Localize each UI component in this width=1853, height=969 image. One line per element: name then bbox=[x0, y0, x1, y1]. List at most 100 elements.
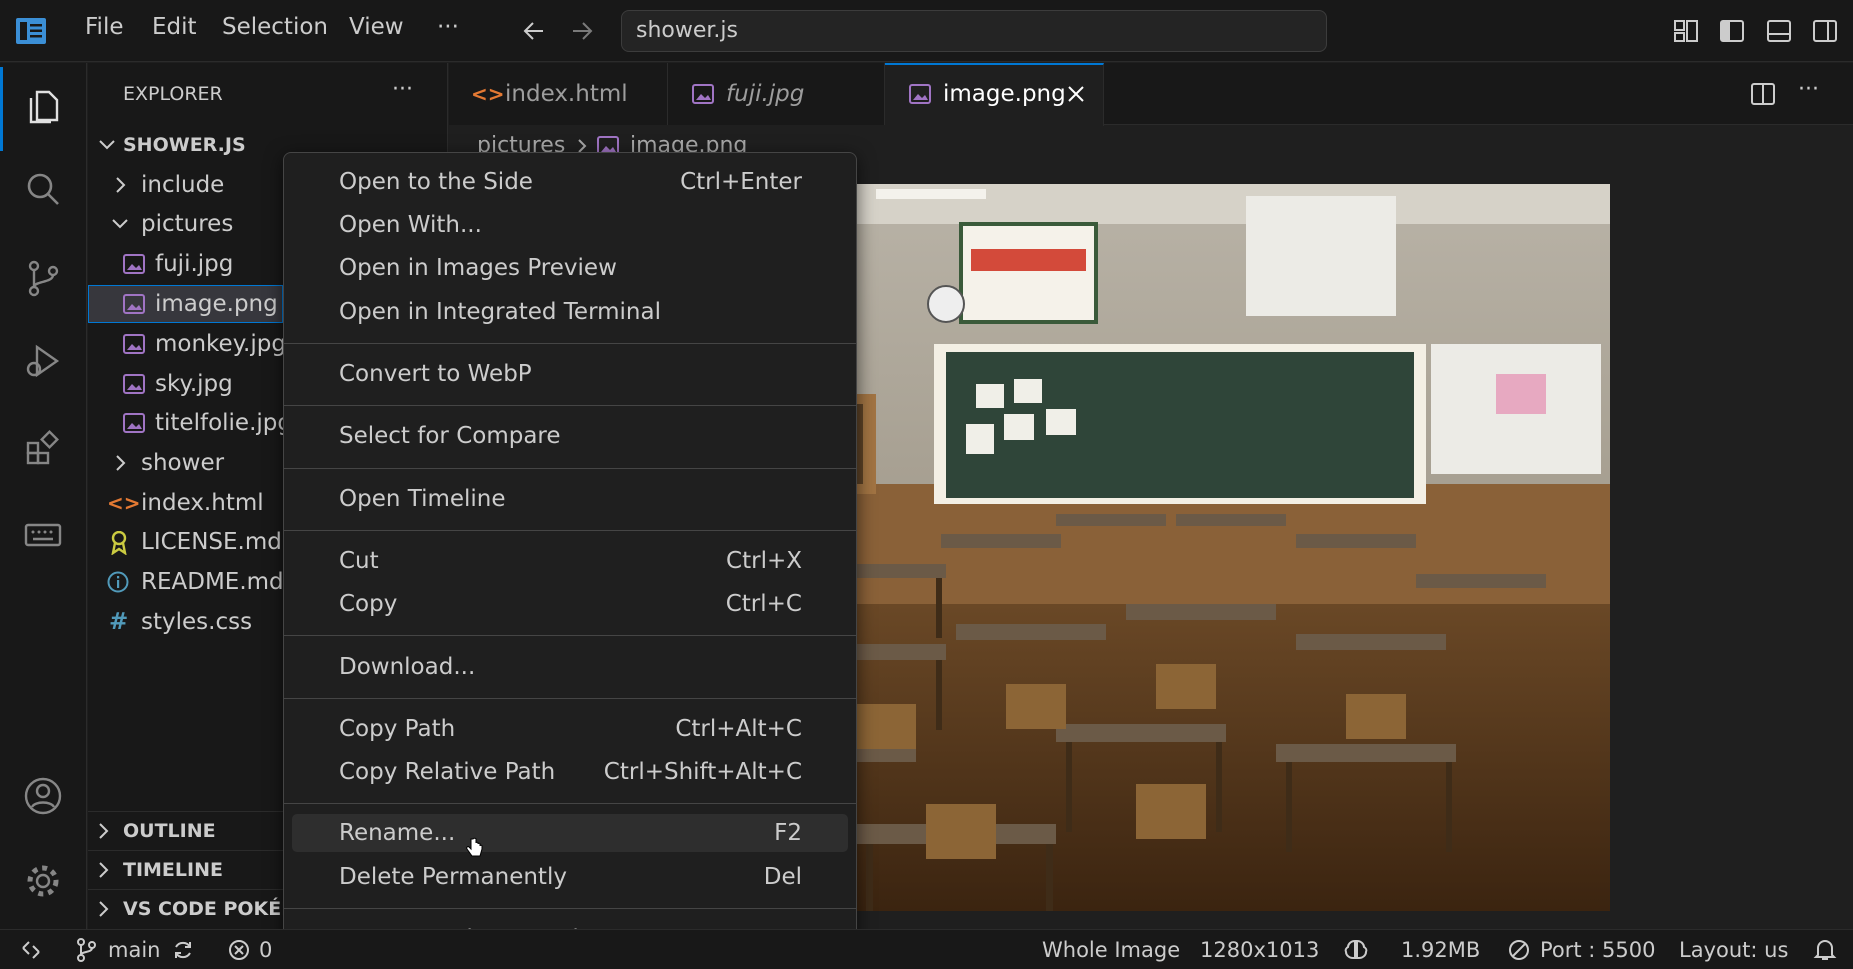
run-debug-icon[interactable] bbox=[20, 338, 66, 384]
error-icon[interactable] bbox=[228, 939, 250, 961]
menu-edit[interactable]: Edit bbox=[152, 14, 197, 40]
extensions-icon[interactable] bbox=[20, 425, 66, 471]
hand-cursor-icon bbox=[465, 837, 483, 859]
tree-item-image-selected[interactable]: image.png bbox=[88, 285, 283, 323]
brain-icon[interactable] bbox=[1343, 938, 1369, 962]
menu-separator bbox=[284, 908, 856, 909]
menu-item-label: Download... bbox=[339, 654, 476, 680]
menu-copy[interactable]: Copy Ctrl+C bbox=[292, 585, 848, 623]
search-icon[interactable] bbox=[20, 166, 66, 212]
menu-cut[interactable]: Cut Ctrl+X bbox=[292, 542, 848, 580]
section-label: TIMELINE bbox=[123, 859, 223, 881]
context-menu: Open to the Side Ctrl+Enter Open With... … bbox=[283, 152, 857, 969]
tree-item-label: shower bbox=[141, 450, 225, 476]
toggle-secondary-sidebar-icon[interactable] bbox=[1811, 17, 1839, 45]
menu-open-images-preview[interactable]: Open in Images Preview bbox=[292, 249, 848, 287]
menu-item-label: Copy Relative Path bbox=[339, 759, 556, 785]
command-center[interactable]: shower.js bbox=[621, 10, 1327, 52]
menu-item-label: Rename... bbox=[339, 820, 456, 846]
menu-rename[interactable]: Rename... F2 bbox=[292, 814, 848, 852]
tree-item-label: styles.css bbox=[141, 609, 253, 635]
menu-more[interactable]: ··· bbox=[437, 14, 459, 40]
tab-label: index.html bbox=[505, 81, 628, 107]
menu-view[interactable]: View bbox=[349, 14, 404, 40]
port-blocked-icon[interactable] bbox=[1508, 939, 1530, 961]
menu-open-with[interactable]: Open With... bbox=[292, 206, 848, 244]
html-file-icon: <> bbox=[471, 82, 505, 106]
tab-index-html[interactable]: <> index.html bbox=[449, 63, 668, 125]
git-branch-icon[interactable] bbox=[75, 938, 97, 962]
html-file-icon: <> bbox=[107, 491, 141, 515]
menu-open-to-side[interactable]: Open to the Side Ctrl+Enter bbox=[292, 163, 848, 201]
menu-delete-permanently[interactable]: Delete Permanently Del bbox=[292, 858, 848, 896]
tree-item-label: include bbox=[141, 172, 225, 198]
toggle-panel-icon[interactable] bbox=[1765, 17, 1793, 45]
live-server-port[interactable]: Port : 5500 bbox=[1540, 930, 1656, 969]
image-file-icon bbox=[123, 374, 145, 394]
menu-item-label: Select for Compare bbox=[339, 423, 561, 449]
git-branch[interactable]: main bbox=[108, 930, 160, 969]
chevron-down-icon bbox=[109, 205, 131, 243]
menu-item-shortcut: Del bbox=[763, 864, 802, 890]
notifications-bell-icon[interactable] bbox=[1813, 938, 1837, 962]
keyboard-layout[interactable]: Layout: us bbox=[1679, 930, 1788, 969]
menu-separator bbox=[284, 530, 856, 531]
source-control-icon[interactable] bbox=[20, 255, 66, 301]
menu-select-for-compare[interactable]: Select for Compare bbox=[292, 417, 848, 455]
menu-open-timeline[interactable]: Open Timeline bbox=[292, 480, 848, 518]
sync-icon[interactable] bbox=[172, 939, 194, 961]
menu-item-shortcut: Ctrl+C bbox=[725, 591, 802, 617]
error-count[interactable]: 0 bbox=[259, 930, 272, 969]
keyboard-icon[interactable] bbox=[20, 512, 66, 558]
menu-separator bbox=[284, 635, 856, 636]
chevron-right-icon bbox=[109, 166, 131, 204]
info-icon bbox=[107, 571, 129, 593]
tab-image-png-active[interactable]: image.png bbox=[885, 63, 1104, 126]
menu-convert-webp[interactable]: Convert to WebP bbox=[292, 355, 848, 393]
menu-item-shortcut: F2 bbox=[774, 820, 802, 846]
explorer-title: EXPLORER bbox=[123, 83, 223, 105]
menu-copy-relative-path[interactable]: Copy Relative Path Ctrl+Shift+Alt+C bbox=[292, 753, 848, 791]
menu-open-integrated-terminal[interactable]: Open in Integrated Terminal bbox=[292, 293, 848, 331]
menu-item-label: Open to the Side bbox=[339, 169, 533, 195]
account-icon[interactable] bbox=[20, 773, 66, 819]
image-file-size: 1.92MB bbox=[1401, 938, 1481, 962]
tree-item-label: pictures bbox=[141, 211, 234, 237]
menu-separator bbox=[284, 803, 856, 804]
image-file-icon bbox=[123, 254, 145, 274]
remote-indicator-icon[interactable] bbox=[20, 940, 42, 960]
customize-layout-icon[interactable] bbox=[1672, 17, 1700, 45]
menu-selection[interactable]: Selection bbox=[222, 14, 328, 40]
settings-gear-icon[interactable] bbox=[20, 858, 66, 904]
menu-file[interactable]: File bbox=[85, 14, 124, 40]
menu-download[interactable]: Download... bbox=[292, 648, 848, 686]
chevron-right-icon bbox=[109, 444, 131, 482]
explorer-more-button[interactable]: ··· bbox=[392, 77, 413, 102]
image-file-icon bbox=[692, 84, 714, 104]
menu-copy-path[interactable]: Copy Path Ctrl+Alt+C bbox=[292, 710, 848, 748]
tab-fuji[interactable]: fuji.jpg bbox=[668, 63, 885, 125]
activity-bar bbox=[0, 63, 87, 929]
status-bar: main 0 Whole Image 1280x1013 1.92MB Port… bbox=[0, 929, 1853, 969]
tree-item-label: README.md bbox=[141, 569, 284, 595]
tab-label: image.png bbox=[943, 81, 1066, 107]
image-zoom[interactable]: Whole Image bbox=[1042, 930, 1180, 969]
css-hash-icon: # bbox=[109, 609, 129, 635]
vscode-logo-icon bbox=[16, 18, 46, 44]
back-arrow-icon[interactable] bbox=[521, 18, 547, 44]
chevron-right-icon bbox=[92, 851, 114, 889]
close-icon[interactable] bbox=[1065, 83, 1087, 105]
classroom-image[interactable] bbox=[756, 184, 1610, 911]
menu-item-label: Open in Integrated Terminal bbox=[339, 299, 661, 325]
menu-item-label: Open in Images Preview bbox=[339, 255, 617, 281]
forward-arrow-icon[interactable] bbox=[569, 18, 595, 44]
toggle-primary-sidebar-icon[interactable] bbox=[1718, 17, 1746, 45]
menu-item-shortcut: Ctrl+X bbox=[726, 548, 802, 574]
split-editor-icon[interactable] bbox=[1749, 80, 1777, 108]
menu-separator bbox=[284, 343, 856, 344]
image-file-icon bbox=[123, 294, 145, 314]
explorer-files-icon[interactable] bbox=[20, 83, 66, 129]
menu-item-label: Copy Path bbox=[339, 716, 456, 742]
menu-separator bbox=[284, 405, 856, 406]
editor-more-button[interactable]: ··· bbox=[1798, 77, 1819, 102]
